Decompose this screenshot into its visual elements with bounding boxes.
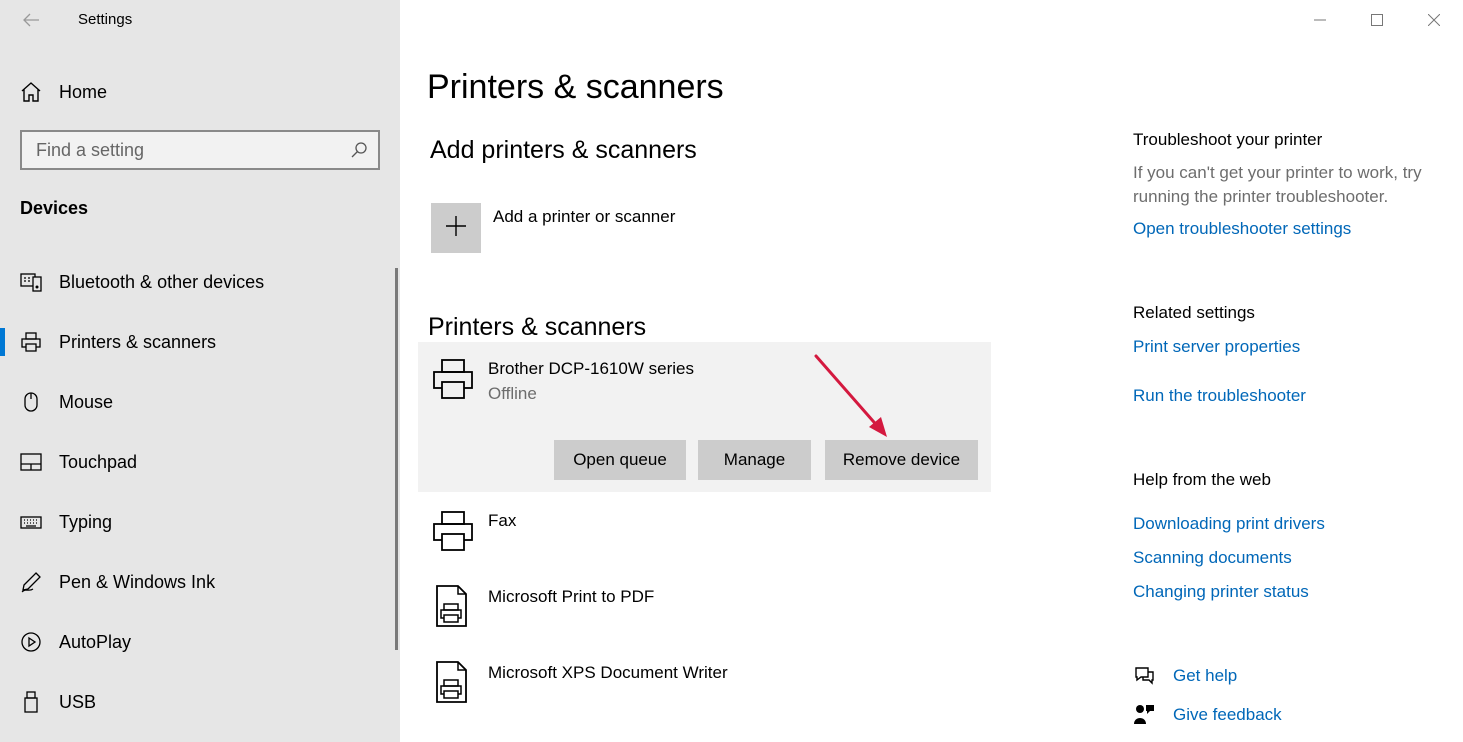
sidebar-item-pen[interactable]: Pen & Windows Ink [0, 558, 394, 606]
sidebar-item-label: Typing [59, 512, 113, 532]
help-from-web-title: Help from the web [1133, 470, 1271, 489]
printer-list-item[interactable]: Microsoft Print to PDF [418, 572, 991, 642]
page-title: Printers & scanners [427, 68, 724, 106]
sidebar-item-label: Printers & scanners [59, 332, 217, 352]
manage-button[interactable]: Manage [698, 440, 811, 480]
run-troubleshooter-link[interactable]: Run the troubleshooter [1133, 386, 1306, 406]
scrollbar[interactable] [395, 268, 398, 650]
sidebar-item-printers-scanners[interactable]: Printers & scanners [0, 318, 394, 366]
usb-icon [20, 691, 42, 713]
feedback-person-icon [1133, 704, 1155, 726]
printer-name: Microsoft Print to PDF [488, 587, 655, 606]
troubleshoot-description: If you can't get your printer to work, t… [1133, 163, 1422, 206]
keyboard-icon [20, 511, 42, 533]
document-printer-icon [432, 584, 476, 630]
add-printer-label[interactable]: Add a printer or scanner [493, 207, 675, 227]
section-header-devices: Devices [20, 198, 89, 218]
open-troubleshooter-settings-link[interactable]: Open troubleshooter settings [1133, 219, 1351, 239]
printer-name: Fax [488, 511, 517, 530]
touchpad-icon [20, 451, 42, 473]
sidebar-item-label: Touchpad [59, 452, 138, 472]
get-help-link[interactable]: Get help [1133, 663, 1333, 691]
printer-icon [20, 331, 42, 353]
sidebar-item-bluetooth[interactable]: Bluetooth & other devices [0, 258, 394, 306]
mouse-icon [20, 391, 42, 413]
sidebar-item-label: Bluetooth & other devices [59, 272, 265, 292]
give-feedback-label: Give feedback [1173, 705, 1282, 724]
printer-status: Offline [488, 384, 537, 403]
sidebar-item-touchpad[interactable]: Touchpad [0, 438, 394, 486]
pen-icon [20, 571, 42, 593]
changing-printer-status-link[interactable]: Changing printer status [1133, 582, 1309, 602]
fax-icon [432, 510, 476, 556]
bluetooth-devices-icon [20, 271, 42, 293]
add-printer-button[interactable] [431, 203, 481, 253]
print-server-properties-link[interactable]: Print server properties [1133, 337, 1300, 357]
nav-home[interactable]: Home [0, 70, 400, 114]
close-icon[interactable] [1411, 6, 1457, 34]
printer-list-item[interactable]: Fax [418, 496, 991, 566]
nav-home-label: Home [59, 82, 108, 102]
navigation-pane: Settings Home Devices Bluetooth & other … [0, 0, 400, 742]
give-feedback-link[interactable]: Give feedback [1133, 702, 1333, 730]
document-printer-icon [432, 660, 476, 706]
get-help-label: Get help [1173, 666, 1238, 685]
sidebar-item-label: USB [59, 692, 97, 712]
add-section-title: Add printers & scanners [430, 136, 697, 164]
sidebar-item-label: Pen & Windows Ink [59, 572, 216, 592]
sidebar-item-mouse[interactable]: Mouse [0, 378, 394, 426]
printers-section-title: Printers & scanners [428, 313, 647, 341]
downloading-print-drivers-link[interactable]: Downloading print drivers [1133, 514, 1325, 534]
back-arrow-icon[interactable] [18, 6, 44, 34]
search-input[interactable] [22, 132, 342, 168]
autoplay-icon [20, 631, 42, 653]
plus-icon [445, 215, 467, 242]
maximize-icon[interactable] [1354, 6, 1400, 34]
sidebar-item-label: AutoPlay [59, 632, 132, 652]
printer-name: Brother DCP-1610W series [488, 359, 694, 378]
printer-list-item-selected[interactable]: Brother DCP-1610W series Offline Open qu… [418, 342, 991, 492]
open-queue-button[interactable]: Open queue [554, 440, 686, 480]
printer-icon [432, 358, 476, 404]
sidebar-item-usb[interactable]: USB [0, 678, 394, 726]
related-settings-title: Related settings [1133, 303, 1255, 322]
scanning-documents-link[interactable]: Scanning documents [1133, 548, 1292, 568]
minimize-icon[interactable] [1297, 6, 1343, 34]
chat-help-icon [1133, 665, 1155, 687]
troubleshoot-title: Troubleshoot your printer [1133, 130, 1323, 149]
home-icon [20, 81, 42, 103]
app-title: Settings [78, 11, 133, 28]
sidebar-item-label: Mouse [59, 392, 114, 412]
sidebar-item-autoplay[interactable]: AutoPlay [0, 618, 394, 666]
printer-list-item[interactable]: Microsoft XPS Document Writer [418, 648, 991, 718]
sidebar-item-typing[interactable]: Typing [0, 498, 394, 546]
printer-name: Microsoft XPS Document Writer [488, 663, 728, 682]
remove-device-button[interactable]: Remove device [825, 440, 978, 480]
search-box[interactable] [20, 130, 380, 170]
search-icon[interactable] [350, 141, 368, 159]
